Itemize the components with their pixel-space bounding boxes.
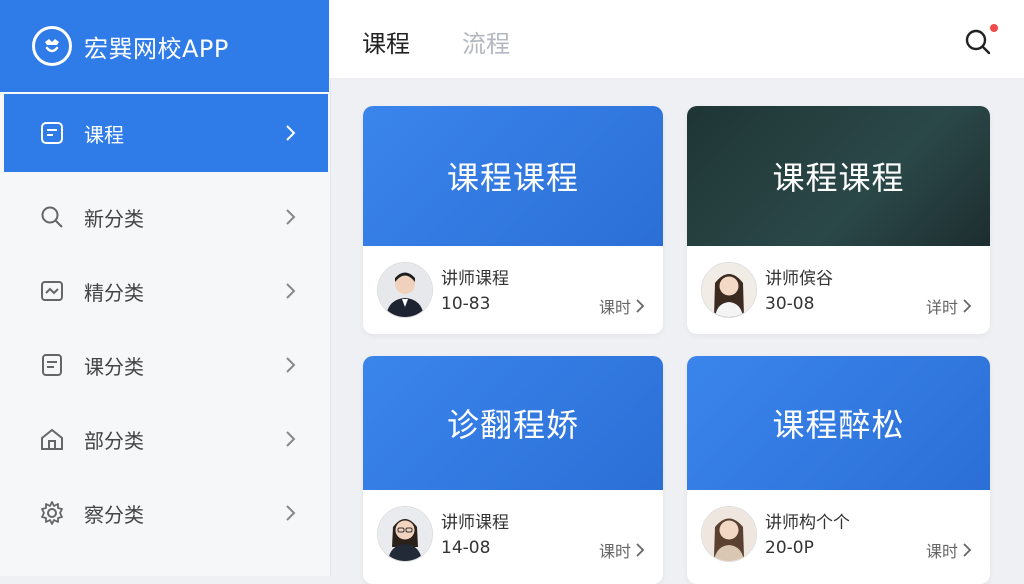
course-banner: 课程课程: [687, 106, 990, 246]
lesson-count: 30-08: [765, 294, 815, 314]
sidebar-item-label: 新分类: [84, 206, 144, 231]
sidebar-item-fine-category[interactable]: 精分类: [4, 252, 328, 330]
teacher-name: 讲师傧谷: [765, 269, 833, 289]
app-logo-icon: [32, 26, 72, 66]
course-title: 课程课程: [446, 159, 579, 197]
sidebar-item-label: 精分类: [84, 280, 144, 305]
hours-link[interactable]: 详时: [926, 294, 972, 318]
sidebar: 宏巽网校APP 课程 新分类 精分类 课分类 部分类 察分类: [0, 0, 331, 576]
teacher-avatar: [701, 506, 757, 562]
top-bar: 课程 流程: [330, 0, 1024, 79]
chevron-right-icon: [963, 543, 972, 557]
hours-label: 课时: [925, 542, 958, 561]
chevron-right-icon: [278, 124, 302, 142]
tab-course[interactable]: 课程: [362, 24, 410, 59]
lesson-count: 14-08: [441, 538, 491, 558]
course-banner: 课程课程: [363, 106, 663, 246]
sidebar-item-label: 部分类: [84, 428, 144, 453]
hours-link[interactable]: 课时: [599, 538, 645, 562]
course-card[interactable]: 课程课程 讲师课程 10-83 课时: [363, 106, 663, 334]
course-card[interactable]: 课程课程 讲师傧谷 30-08 详时: [687, 106, 990, 334]
search-button[interactable]: [962, 24, 998, 60]
teacher-name: 讲师课程: [441, 269, 509, 289]
hours-label: 详时: [925, 298, 958, 317]
teacher-avatar: [377, 262, 433, 318]
sidebar-item-lesson-category[interactable]: 课分类: [4, 326, 328, 404]
hours-label: 课时: [598, 542, 631, 561]
search-icon: [965, 29, 991, 55]
document-icon: [38, 119, 66, 147]
sidebar-item-label: 察分类: [84, 502, 144, 527]
gear-icon: [38, 499, 66, 527]
sidebar-item-label: 课程: [84, 122, 124, 147]
chevron-right-icon: [278, 282, 302, 300]
sidebar-item-course[interactable]: 课程: [4, 94, 328, 172]
search-icon: [38, 203, 66, 231]
app-header: 宏巽网校APP: [0, 0, 329, 92]
teacher-name: 讲师课程: [441, 513, 509, 533]
chevron-right-icon: [636, 299, 645, 313]
chevron-right-icon: [636, 543, 645, 557]
chevron-right-icon: [278, 208, 302, 226]
hours-link[interactable]: 课时: [599, 294, 645, 318]
course-title: 课程课程: [772, 159, 905, 197]
notification-dot: [990, 24, 998, 32]
hours-link[interactable]: 课时: [926, 538, 972, 562]
sidebar-item-label: 课分类: [84, 354, 144, 379]
tab-process[interactable]: 流程: [462, 24, 510, 59]
course-card[interactable]: 课程醉松 讲师构个个 20-0P 课时: [687, 356, 990, 584]
home-icon: [38, 425, 66, 453]
teacher-name: 讲师构个个: [765, 513, 850, 533]
chevron-right-icon: [278, 430, 302, 448]
chevron-right-icon: [963, 299, 972, 313]
sidebar-item-dept-category[interactable]: 部分类: [4, 400, 328, 478]
course-banner: 诊翻程娇: [363, 356, 663, 490]
teacher-avatar: [377, 506, 433, 562]
course-title: 诊翻程娇: [446, 406, 579, 444]
course-title: 课程醉松: [772, 406, 905, 444]
sidebar-item-inspect-category[interactable]: 察分类: [4, 474, 328, 552]
hours-label: 课时: [598, 298, 631, 317]
teacher-avatar: [701, 262, 757, 318]
chevron-right-icon: [278, 356, 302, 374]
course-banner: 课程醉松: [687, 356, 990, 490]
lesson-count: 10-83: [441, 294, 491, 314]
course-card[interactable]: 诊翻程娇 讲师课程 14-08 课时: [363, 356, 663, 584]
list-icon: [38, 351, 66, 379]
app-title: 宏巽网校APP: [84, 34, 229, 63]
lesson-count: 20-0P: [765, 538, 814, 558]
chevron-right-icon: [278, 504, 302, 522]
image-icon: [38, 277, 66, 305]
sidebar-item-new-category[interactable]: 新分类: [4, 178, 328, 256]
